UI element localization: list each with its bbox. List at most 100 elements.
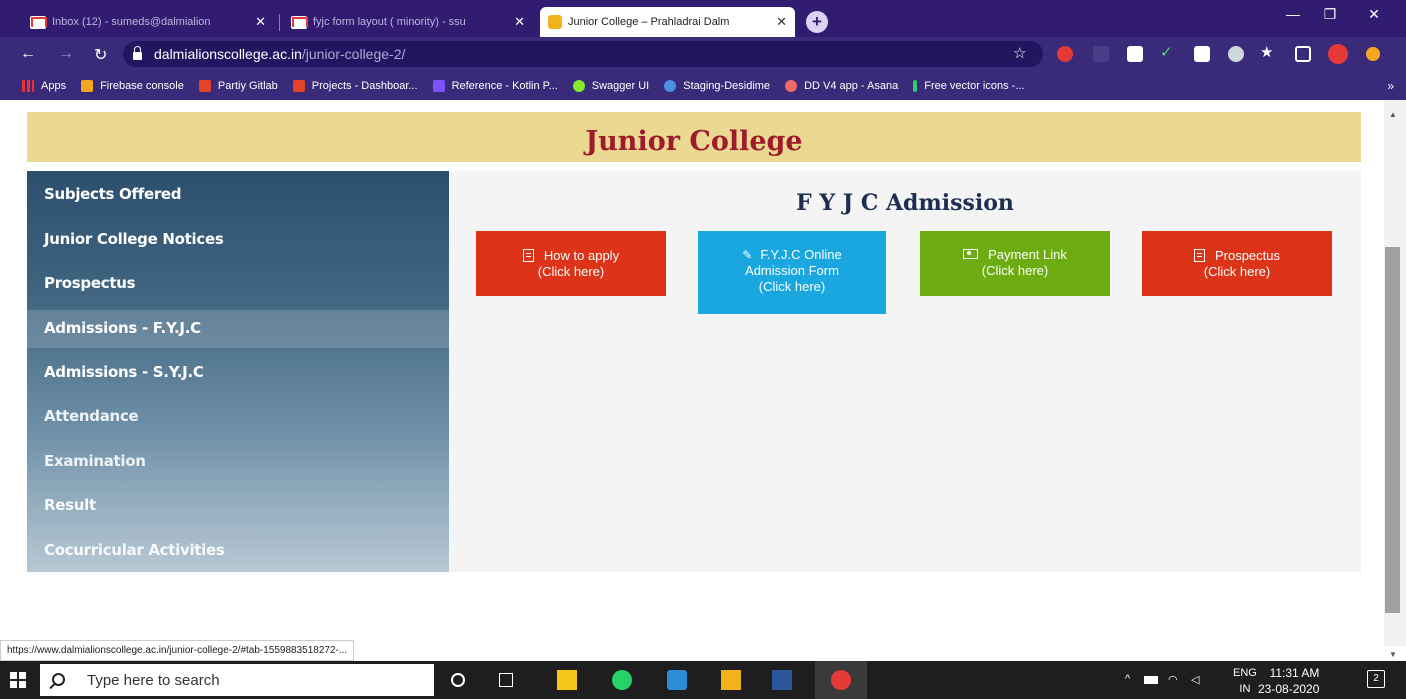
document-icon (1193, 249, 1205, 262)
whatsapp-icon[interactable] (612, 670, 632, 690)
screen: Inbox (12) - sumeds@dalmialion ✕ fyjc fo… (0, 0, 1406, 699)
extensions-puzzle-icon[interactable]: ★ (1260, 43, 1276, 61)
gitlab-icon (198, 80, 211, 92)
gitlab-icon (292, 80, 305, 92)
extension-red-icon[interactable] (1057, 46, 1073, 62)
restore-icon[interactable]: ❐ (1316, 6, 1344, 23)
scrollbar-thumb[interactable] (1385, 247, 1400, 613)
taskbar-clock[interactable]: 11:31 AM 23-08-2020 (1258, 665, 1319, 697)
page-banner: Junior College (27, 112, 1361, 162)
bookmark-projects-dashboard[interactable]: Projects - Dashboar... (292, 80, 418, 92)
sticky-notes-icon[interactable] (557, 670, 577, 690)
desidime-icon (664, 80, 677, 92)
button-line: Payment Link (920, 247, 1110, 263)
cast-icon[interactable] (1295, 46, 1311, 62)
bookmark-staging-desidime[interactable]: Staging-Desidime (664, 80, 770, 92)
tab-title: fyjc form layout ( minority) - ssu (313, 16, 466, 28)
tab-title: Inbox (12) - sumeds@dalmialion (52, 16, 211, 28)
url-host: dalmialionscollege.ac.in (154, 46, 302, 62)
bookmark-apps[interactable]: Apps (22, 80, 66, 92)
tab-junior-college[interactable]: Junior College – Prahladrai Dalm ✕ (540, 7, 795, 37)
sidebar-item-prospectus[interactable]: Prospectus (44, 274, 136, 292)
volume-icon[interactable]: ◁ (1191, 673, 1199, 686)
firebase-icon (81, 80, 94, 92)
tray-overflow-icon[interactable]: ^ (1125, 673, 1130, 685)
button-line: How to apply (476, 247, 666, 264)
bookmark-label: Partiy Gitlab (217, 80, 278, 92)
prospectus-button[interactable]: Prospectus (Click here) (1142, 231, 1332, 296)
button-label: Prospectus (1214, 248, 1281, 263)
search-placeholder: Type here to search (87, 671, 220, 689)
chrome-icon[interactable] (831, 670, 851, 690)
close-tab-icon[interactable]: ✕ (255, 14, 266, 30)
back-icon[interactable]: ← (20, 45, 36, 63)
extension-dark-icon[interactable] (1093, 46, 1109, 62)
clock-time: 11:31 AM (1269, 666, 1320, 680)
sidebar-item-cocurricular-activities[interactable]: Cocurricular Activities (44, 541, 225, 559)
flaticon-icon (913, 80, 918, 92)
sidebar-item-junior-college-notices[interactable]: Junior College Notices (44, 230, 224, 248)
cortana-icon[interactable] (451, 673, 465, 687)
sidebar-item-admissions-fyjc[interactable]: Admissions - F.Y.J.C (44, 319, 201, 337)
sidebar-item-result[interactable]: Result (44, 496, 96, 514)
bookmark-swagger[interactable]: Swagger UI (572, 80, 650, 92)
sidebar-item-attendance[interactable]: Attendance (44, 407, 139, 425)
profile-avatar[interactable] (1328, 44, 1348, 64)
payment-link-button[interactable]: Payment Link (Click here) (920, 231, 1110, 296)
link-status-url: https://www.dalmialionscollege.ac.in/jun… (0, 640, 355, 661)
college-logo-icon (548, 15, 562, 29)
scroll-down-icon[interactable]: ▼ (1389, 650, 1397, 659)
extension-il-icon[interactable] (1127, 46, 1143, 62)
online-admission-form-button[interactable]: ✎ F.Y.J.C Online Admission Form (Click he… (698, 231, 886, 314)
bookmark-label: DD V4 app - Asana (804, 80, 899, 92)
gmail-icon (291, 15, 308, 29)
battery-icon[interactable] (1144, 676, 1158, 684)
word-icon[interactable] (772, 670, 792, 690)
tab-inbox[interactable]: Inbox (12) - sumeds@dalmialion ✕ (22, 7, 274, 37)
button-label: How to apply (543, 248, 620, 263)
page-viewport: Junior College Subjects Offered Junior C… (0, 100, 1384, 646)
reload-icon[interactable]: ↻ (94, 45, 107, 65)
extension-check-icon[interactable]: ✓ (1160, 43, 1176, 61)
bookmark-star-icon[interactable]: ☆ (1013, 44, 1026, 62)
app-icon[interactable] (667, 670, 687, 690)
close-window-icon[interactable]: ✕ (1360, 6, 1388, 23)
task-view-icon[interactable] (499, 673, 513, 687)
new-tab-button[interactable]: + (806, 11, 828, 33)
windows-taskbar: Type here to search ^ ◠ ◁ ENG IN 11:31 A… (0, 661, 1406, 699)
how-to-apply-button[interactable]: How to apply (Click here) (476, 231, 666, 296)
sidebar-item-admissions-syjc[interactable]: Admissions - S.Y.J.C (44, 363, 204, 381)
tab-fyjc-form-layout[interactable]: fyjc form layout ( minority) - ssu ✕ (283, 7, 533, 37)
bookmark-partiy-gitlab[interactable]: Partiy Gitlab (198, 80, 278, 92)
file-explorer-icon[interactable] (721, 670, 741, 690)
minimize-icon[interactable]: — (1279, 6, 1307, 22)
sidebar-item-examination[interactable]: Examination (44, 452, 146, 470)
bookmark-label: Free vector icons -... (924, 80, 1025, 92)
bookmark-free-vector-icons[interactable]: Free vector icons -... (913, 80, 1025, 92)
forward-icon[interactable]: → (58, 45, 74, 63)
pencil-icon: ✎ (742, 248, 753, 262)
address-bar[interactable]: dalmialionscollege.ac.in/junior-college-… (123, 41, 1043, 67)
close-tab-icon[interactable]: ✕ (776, 14, 787, 30)
bookmark-kotlin-reference[interactable]: Reference - Kotlin P... (432, 80, 558, 92)
bookmark-firebase[interactable]: Firebase console (81, 80, 184, 92)
notifications-icon[interactable]: 2 (1367, 670, 1385, 688)
input-language[interactable]: ENG IN (1233, 665, 1257, 697)
button-sublabel: (Click here) (537, 264, 605, 279)
extension-globe-icon[interactable] (1228, 46, 1244, 62)
taskbar-search-box[interactable]: Type here to search (40, 664, 434, 696)
scroll-up-icon[interactable]: ▲ (1389, 110, 1397, 119)
close-tab-icon[interactable]: ✕ (514, 14, 525, 30)
wifi-icon[interactable]: ◠ (1168, 673, 1178, 686)
sidebar-item-subjects-offered[interactable]: Subjects Offered (44, 185, 182, 203)
browser-toolbar: ← → ↻ dalmialionscollege.ac.in/junior-co… (0, 37, 1406, 72)
extension-screenshot-icon[interactable] (1194, 46, 1210, 62)
tab-title: Junior College – Prahladrai Dalm (568, 16, 730, 28)
clock-date: 23-08-2020 (1258, 682, 1320, 696)
bookmarks-overflow-icon[interactable]: » (1387, 79, 1394, 93)
bookmark-label: Swagger UI (591, 80, 650, 92)
windows-start-icon[interactable] (10, 672, 26, 688)
bookmark-asana[interactable]: DD V4 app - Asana (785, 80, 898, 92)
lang-region: IN (1239, 683, 1251, 695)
update-icon[interactable] (1366, 47, 1380, 61)
